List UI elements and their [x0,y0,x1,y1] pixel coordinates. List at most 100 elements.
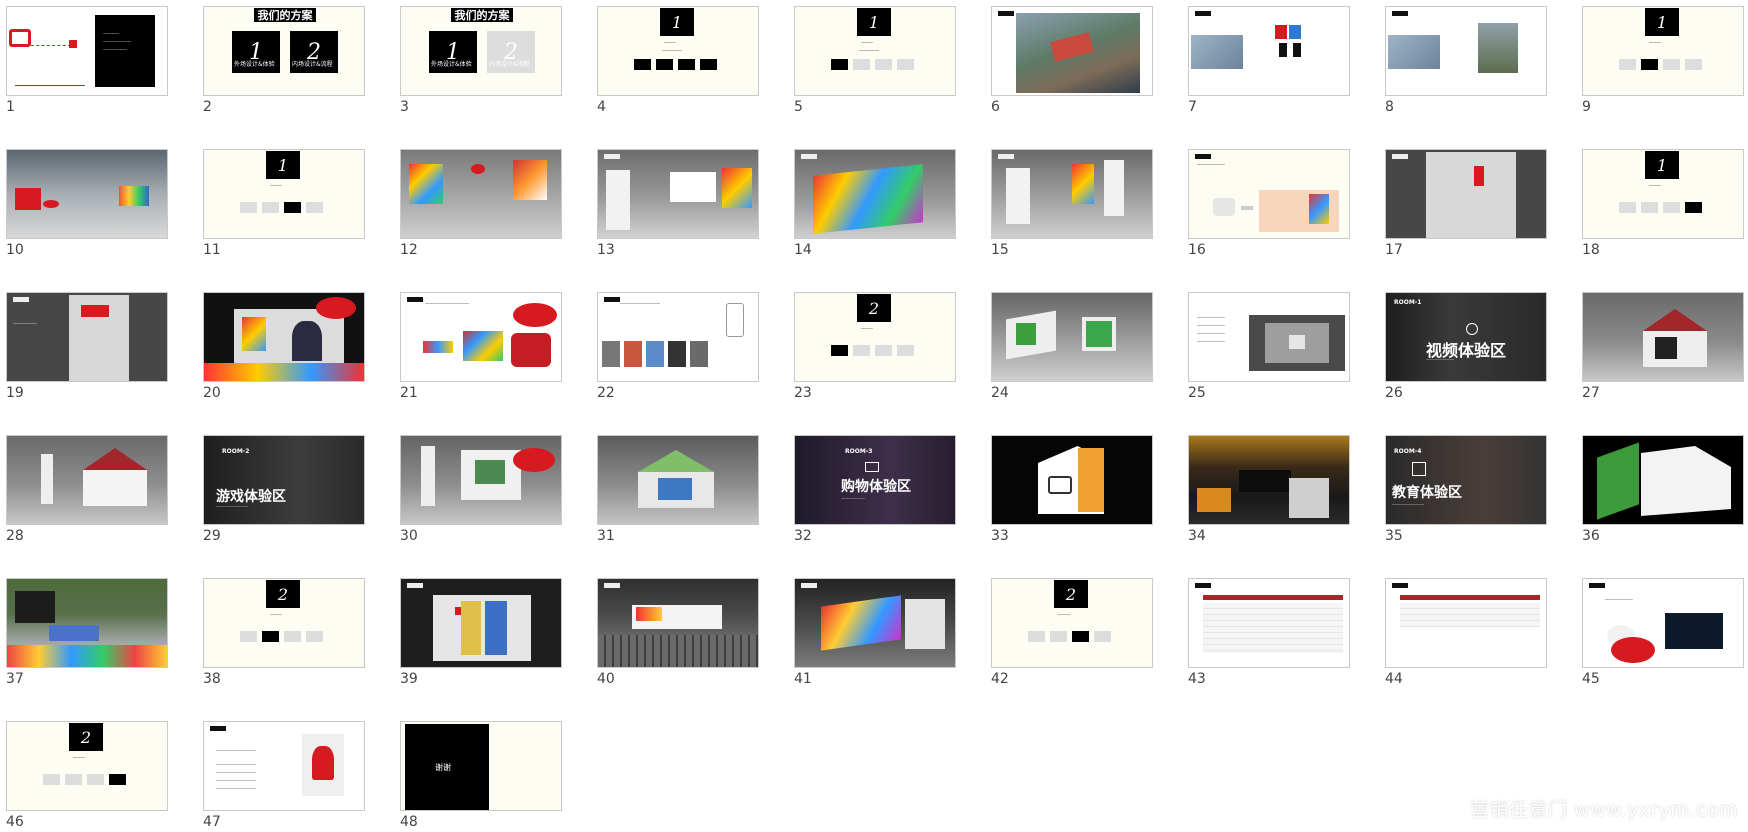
slide-32[interactable]: ROOM-3 购物体验区 —————— 32 [794,435,956,555]
slide-19[interactable]: —————— 19 [6,292,168,412]
slide-thumbnail[interactable] [6,435,168,525]
slide-number: 16 [1188,242,1206,258]
slide-thumbnail[interactable]: 1 ——— ————— [794,6,956,96]
slide-thumbnail[interactable] [597,149,759,239]
slide-33[interactable]: 33 [991,435,1153,555]
slide-35[interactable]: ROOM-4 教育体验区 ———————— 35 [1385,435,1547,555]
slide-thumbnail[interactable]: 我们的方案 1 2 外场设计&体验 内场设计&流程 [203,6,365,96]
slide-thumbnail[interactable]: ——————— [1582,578,1744,668]
slide-23[interactable]: 2 ——— 23 [794,292,956,412]
slide-thumbnail[interactable] [991,149,1153,239]
slide-43[interactable]: 43 [1188,578,1350,698]
slide-46[interactable]: 2 ——— 46 [6,721,168,832]
slide-15[interactable]: 15 [991,149,1153,269]
slide-thumbnail[interactable]: —————————— [597,292,759,382]
slide-25[interactable]: ——————— ——————— ——————— ——————— 25 [1188,292,1350,412]
slide-thumbnail[interactable] [1385,6,1547,96]
slide-thumbnail[interactable]: ROOM-2 游戏体验区 ———————— [203,435,365,525]
slide-1[interactable]: ———— ——————— —————— 1 [6,6,168,126]
slide-18[interactable]: 1 ——— 18 [1582,149,1744,269]
slide-thumbnail[interactable] [794,578,956,668]
slide-thumbnail[interactable] [794,149,956,239]
slide-9[interactable]: 1 ——— 9 [1582,6,1744,126]
slide-thumbnail[interactable] [991,292,1153,382]
slide-number: 17 [1385,242,1403,258]
slide-thumbnail[interactable] [6,149,168,239]
slide-thumbnail[interactable]: ———— ——————— —————— [6,6,168,96]
slide-47[interactable]: —————————— —————————— —————————— ———————… [203,721,365,832]
slide-thumbnail[interactable]: —————————— —————————— —————————— ———————… [203,721,365,811]
slide-thumbnail[interactable]: ——————— [1188,149,1350,239]
slide-thumbnail[interactable] [1385,149,1547,239]
slide-thumbnail[interactable] [1582,435,1744,525]
slide-17[interactable]: 17 [1385,149,1547,269]
slide-4[interactable]: 1 ——— ————— 4 [597,6,759,126]
slide-11[interactable]: 1 ——— 11 [203,149,365,269]
slide-thumbnail[interactable] [597,435,759,525]
slide-thumbnail[interactable]: —————— [6,292,168,382]
slide-thumbnail[interactable]: 2 ——— [794,292,956,382]
slide-2[interactable]: 我们的方案 1 2 外场设计&体验 内场设计&流程 2 [203,6,365,126]
slide-16[interactable]: ——————— 16 [1188,149,1350,269]
slide-24[interactable]: 24 [991,292,1153,412]
slide-thumbnail[interactable]: ROOM-3 购物体验区 —————— [794,435,956,525]
slide-40[interactable]: 40 [597,578,759,698]
slide-7[interactable]: 7 [1188,6,1350,126]
slide-thumbnail[interactable]: ——————————— [400,292,562,382]
slide-13[interactable]: 13 [597,149,759,269]
slide-26[interactable]: ROOM-1 视频体验区 ——————— 26 [1385,292,1547,412]
site-watermark: 营销任意门 www.yxrym.com [1469,799,1738,821]
slide-thumbnail[interactable]: 1 ——— [1582,6,1744,96]
slide-6[interactable]: 6 [991,6,1153,126]
slide-thumbnail[interactable]: ROOM-4 教育体验区 ———————— [1385,435,1547,525]
slide-thumbnail[interactable] [400,435,562,525]
slide-thumbnail[interactable] [1385,578,1547,668]
slide-30[interactable]: 30 [400,435,562,555]
slide-thumbnail[interactable] [203,292,365,382]
slide-number: 7 [1188,99,1197,115]
slide-31[interactable]: 31 [597,435,759,555]
slide-12[interactable]: 12 [400,149,562,269]
slide-thumbnail[interactable]: 1 ——— [1582,149,1744,239]
slide-36[interactable]: 36 [1582,435,1744,555]
slide-thumbnail[interactable] [1188,578,1350,668]
slide-thumbnail[interactable] [1582,292,1744,382]
slide-38[interactable]: 2 ——— 38 [203,578,365,698]
slide-thumbnail[interactable]: 2 ——— [203,578,365,668]
slide-10[interactable]: 10 [6,149,168,269]
slide-thumbnail[interactable] [1188,435,1350,525]
slide-29[interactable]: ROOM-2 游戏体验区 ———————— 29 [203,435,365,555]
slide-3[interactable]: 我们的方案 1 2 外场设计&体验 内场设计&流程 3 [400,6,562,126]
slide-thumbnail[interactable] [400,578,562,668]
slide-45[interactable]: ——————— 45 [1582,578,1744,698]
slide-thumbnail[interactable]: 我们的方案 1 2 外场设计&体验 内场设计&流程 [400,6,562,96]
slide-28[interactable]: 28 [6,435,168,555]
slide-thumbnail[interactable]: 1 ——— ————— [597,6,759,96]
slide-41[interactable]: 41 [794,578,956,698]
slide-thumbnail[interactable] [991,435,1153,525]
slide-thumbnail[interactable] [1188,6,1350,96]
slide-thumbnail[interactable]: 2 ——— [991,578,1153,668]
slide-thumbnail[interactable]: ROOM-1 视频体验区 ——————— [1385,292,1547,382]
slide-48[interactable]: 谢谢 48 [400,721,562,832]
slide-42[interactable]: 2 ——— 42 [991,578,1153,698]
slide-thumbnail[interactable]: 2 ——— [6,721,168,811]
slide-thumbnail[interactable] [991,6,1153,96]
slide-22[interactable]: —————————— 22 [597,292,759,412]
slide-34[interactable]: 34 [1188,435,1350,555]
slide-thumbnail[interactable] [400,149,562,239]
slide-thumbnail[interactable]: ——————— ——————— ——————— ——————— [1188,292,1350,382]
slide-27[interactable]: 27 [1582,292,1744,412]
slide-39[interactable]: 39 [400,578,562,698]
slide-thumbnail[interactable]: 1 ——— [203,149,365,239]
slide-37[interactable]: 37 [6,578,168,698]
slide-21[interactable]: ——————————— 21 [400,292,562,412]
slide-thumbnail[interactable] [6,578,168,668]
slide-8[interactable]: 8 [1385,6,1547,126]
slide-14[interactable]: 14 [794,149,956,269]
slide-44[interactable]: 44 [1385,578,1547,698]
slide-thumbnail[interactable]: 谢谢 [400,721,562,811]
slide-thumbnail[interactable] [597,578,759,668]
slide-5[interactable]: 1 ——— ————— 5 [794,6,956,126]
slide-20[interactable]: 20 [203,292,365,412]
